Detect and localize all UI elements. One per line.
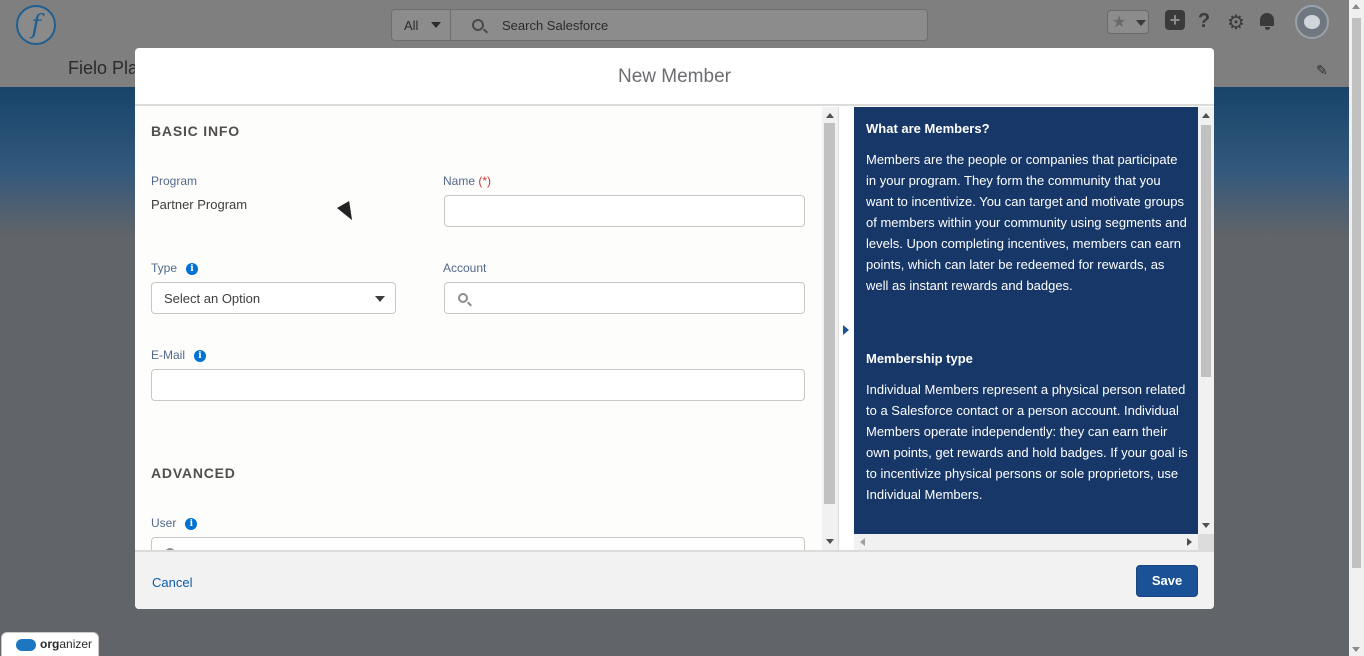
avatar[interactable] bbox=[1295, 5, 1329, 39]
star-icon[interactable] bbox=[1107, 10, 1149, 34]
modal-footer: Cancel Save bbox=[135, 550, 1214, 609]
question-icon[interactable]: ? bbox=[1193, 10, 1215, 34]
required-marker: (*) bbox=[478, 174, 492, 188]
search-icon bbox=[458, 293, 468, 303]
organizer-label-rest: anizer bbox=[59, 637, 93, 651]
gear-icon[interactable]: ⚙ bbox=[1225, 10, 1247, 34]
name-field[interactable] bbox=[444, 195, 805, 227]
search-scope-dropdown[interactable]: All bbox=[392, 10, 451, 40]
email-field[interactable] bbox=[151, 369, 805, 401]
help-text-members: Members are the people or companies that… bbox=[866, 152, 1187, 293]
fielo-logo-icon[interactable]: f bbox=[16, 5, 56, 45]
program-label: Program bbox=[151, 174, 198, 188]
search-scope-label: All bbox=[404, 18, 419, 33]
help-panel-toggle[interactable] bbox=[838, 107, 854, 550]
help-panel: What are Members? Members are the people… bbox=[854, 107, 1198, 534]
user-label: User i bbox=[151, 516, 198, 530]
section-advanced: ADVANCED bbox=[151, 465, 236, 481]
help-panel-hscrollbar[interactable] bbox=[854, 534, 1198, 550]
organizer-label-bold: org bbox=[40, 637, 60, 651]
name-label: Name (*) bbox=[443, 174, 492, 188]
help-heading-members: What are Members? bbox=[866, 121, 990, 136]
search-icon bbox=[472, 19, 484, 31]
type-select-value: Select an Option bbox=[164, 291, 261, 306]
chevron-down-icon bbox=[431, 22, 441, 28]
info-icon[interactable]: i bbox=[185, 517, 198, 530]
new-member-modal: New Member BASIC INFO Program Partner Pr… bbox=[135, 48, 1214, 609]
modal-header: New Member bbox=[135, 48, 1214, 106]
organizer-tab[interactable]: organizer bbox=[1, 632, 99, 656]
global-header: f All Search Salesforce + ? ⚙ bbox=[0, 0, 1349, 50]
email-label: E-Mail i bbox=[151, 348, 207, 362]
search-input[interactable]: Search Salesforce bbox=[502, 18, 608, 33]
account-label: Account bbox=[443, 261, 487, 275]
program-value: Partner Program bbox=[151, 197, 248, 212]
member-form: BASIC INFO Program Partner Program Name … bbox=[135, 107, 822, 550]
help-text-membership-type: Individual Members represent a physical … bbox=[866, 382, 1188, 502]
cloud-icon bbox=[16, 639, 36, 651]
scrollbar-corner bbox=[1198, 534, 1214, 550]
section-basic-info: BASIC INFO bbox=[151, 123, 240, 139]
info-icon[interactable]: i bbox=[194, 349, 207, 362]
cancel-button[interactable]: Cancel bbox=[152, 575, 192, 590]
form-scrollbar[interactable] bbox=[822, 107, 838, 550]
help-heading-membership-type: Membership type bbox=[866, 351, 973, 366]
type-select[interactable]: Select an Option bbox=[151, 282, 396, 314]
chevron-right-icon bbox=[843, 325, 849, 335]
plus-icon[interactable]: + bbox=[1165, 10, 1185, 30]
info-icon[interactable]: i bbox=[186, 262, 199, 275]
user-lookup[interactable] bbox=[151, 537, 805, 550]
global-search[interactable]: All Search Salesforce bbox=[391, 9, 928, 41]
save-button[interactable]: Save bbox=[1136, 565, 1198, 597]
page-scrollbar[interactable] bbox=[1349, 0, 1364, 656]
help-panel-scrollbar[interactable] bbox=[1198, 107, 1214, 534]
pencil-icon[interactable]: ✎ bbox=[1316, 62, 1332, 78]
type-label: Type i bbox=[151, 261, 199, 275]
chevron-down-icon bbox=[375, 296, 385, 302]
app-name: Fielo Pla bbox=[68, 58, 139, 78]
bell-icon[interactable] bbox=[1257, 10, 1279, 34]
modal-title: New Member bbox=[618, 66, 731, 87]
account-lookup[interactable] bbox=[444, 282, 805, 314]
